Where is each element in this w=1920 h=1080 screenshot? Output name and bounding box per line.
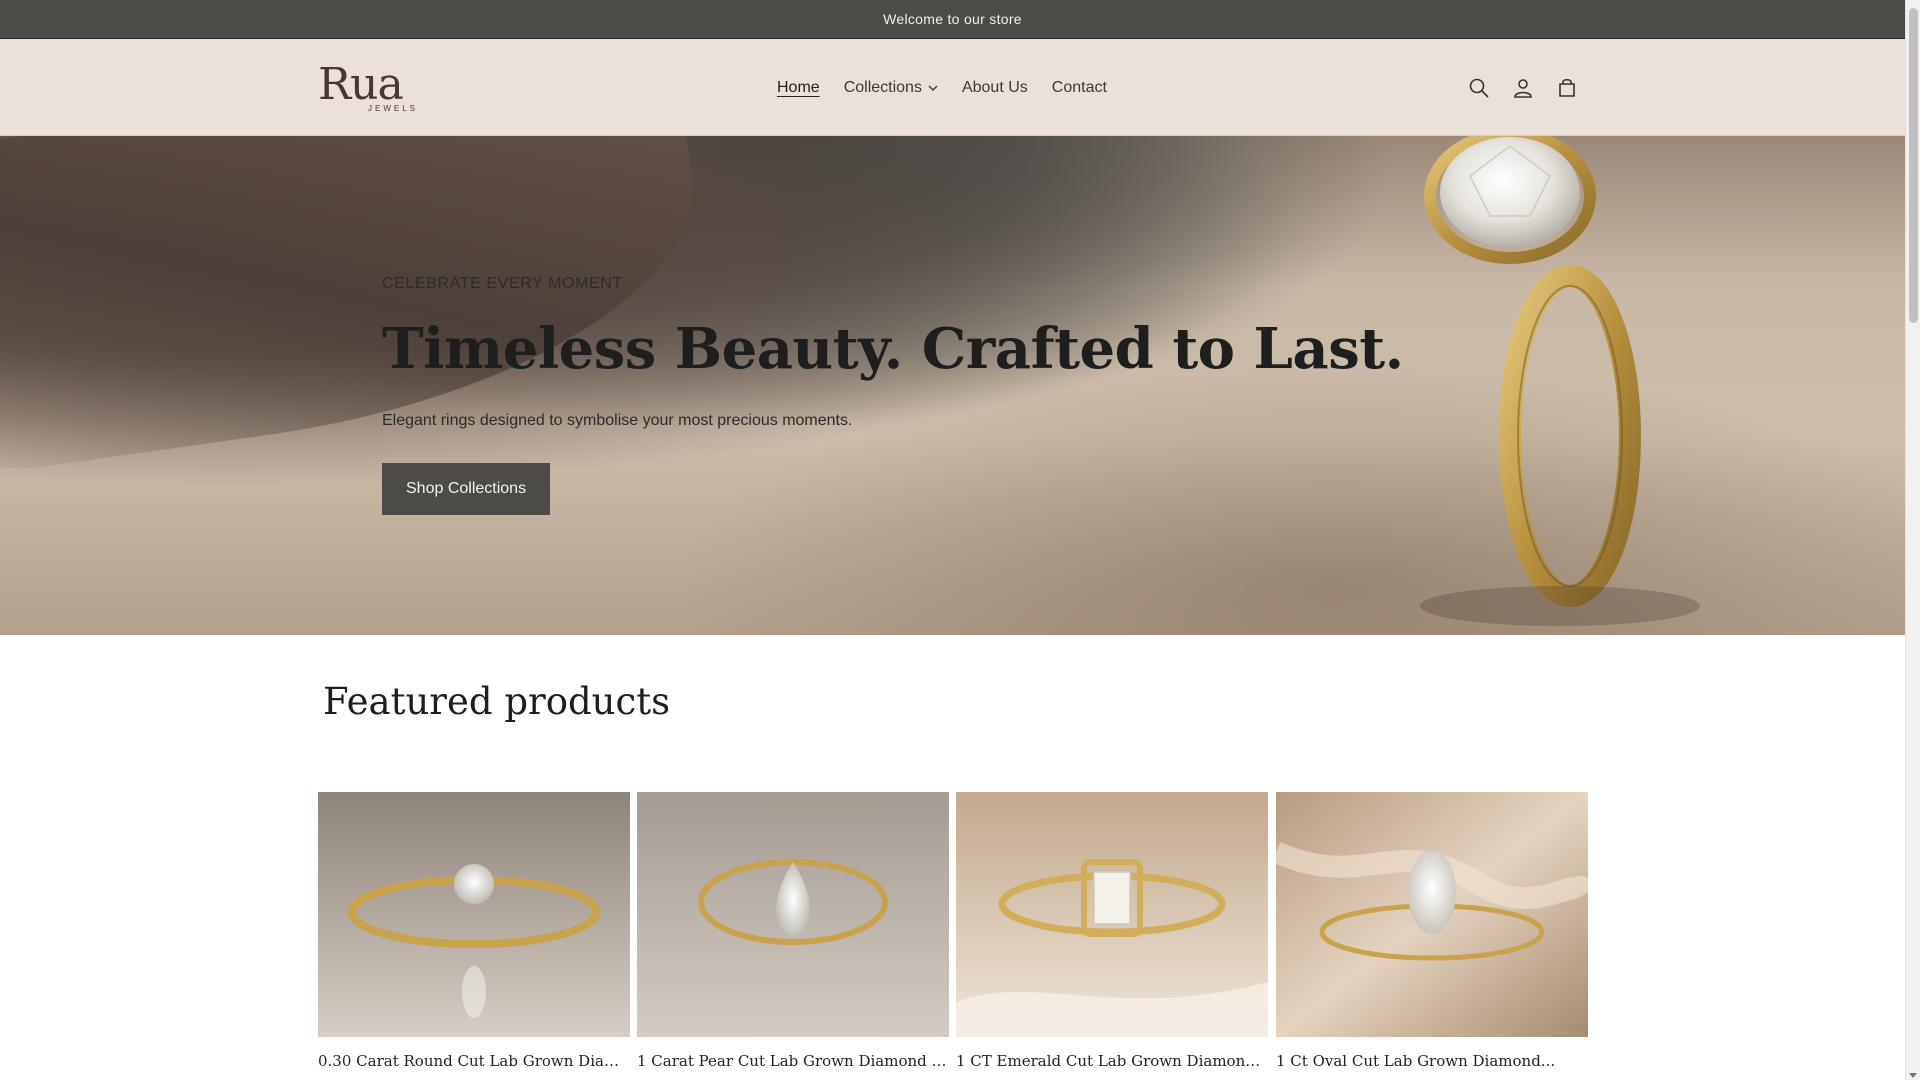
- page-scrollbar[interactable]: [1905, 0, 1920, 1080]
- nav-item-label: Collections: [843, 78, 922, 96]
- product-card[interactable]: 1 Carat Pear Cut Lab Grown Diamond Ring,…: [637, 792, 949, 1080]
- nav-item-label: Home: [777, 78, 820, 96]
- product-image[interactable]: [956, 792, 1268, 1037]
- nav-item-home[interactable]: Home: [765, 79, 832, 97]
- nav-item-label: About Us: [961, 78, 1028, 96]
- hero-title: Timeless Beauty. Crafted to Last.: [382, 316, 1404, 382]
- product-image[interactable]: [637, 792, 949, 1037]
- product-card[interactable]: 1 CT Emerald Cut Lab Grown Diamond Hal..…: [956, 792, 1268, 1080]
- logo[interactable]: Rua JEWELS: [318, 61, 418, 117]
- scrollbar-thumb[interactable]: [1909, 8, 1918, 323]
- nav-item-contact[interactable]: Contact: [1040, 79, 1119, 97]
- hero-eyebrow: CELEBRATE EVERY MOMENT: [382, 275, 623, 292]
- product-name[interactable]: 1 CT Emerald Cut Lab Grown Diamond Hal..…: [956, 1052, 1268, 1070]
- hero-banner: CELEBRATE EVERY MOMENT Timeless Beauty. …: [0, 136, 1905, 635]
- nav-item-about-us[interactable]: About Us: [950, 79, 1040, 97]
- account-icon[interactable]: [1508, 73, 1538, 103]
- header-icons: [1464, 39, 1582, 136]
- search-icon[interactable]: [1464, 73, 1494, 103]
- site-header: Rua JEWELS Home Collections About Us Con…: [0, 39, 1905, 136]
- nav-item-collections[interactable]: Collections: [832, 79, 950, 97]
- product-image[interactable]: [1276, 792, 1588, 1037]
- product-name[interactable]: 1 Carat Pear Cut Lab Grown Diamond Ring,…: [637, 1052, 949, 1070]
- product-name[interactable]: 0.30 Carat Round Cut Lab Grown Diamond..…: [318, 1052, 630, 1070]
- announcement-text: Welcome to our store: [883, 11, 1022, 27]
- product-card[interactable]: 1 Ct Oval Cut Lab Grown Diamond...: [1276, 792, 1588, 1080]
- chevron-down-icon: [928, 83, 938, 95]
- featured-products-title: Featured products: [323, 680, 671, 723]
- announcement-bar: Welcome to our store: [0, 0, 1905, 39]
- product-grid: 0.30 Carat Round Cut Lab Grown Diamond..…: [318, 792, 1588, 1080]
- cart-icon[interactable]: [1552, 73, 1582, 103]
- logo-subtitle: JEWELS: [368, 104, 419, 113]
- shop-collections-button[interactable]: Shop Collections: [382, 463, 551, 515]
- logo-wordmark: Rua: [318, 59, 404, 110]
- main-nav: Home Collections About Us Contact: [765, 39, 1119, 136]
- scroll-down-arrow-icon[interactable]: [1909, 1073, 1917, 1078]
- product-image[interactable]: [318, 792, 630, 1037]
- hero-ring-image: [1420, 136, 1700, 626]
- product-card[interactable]: 0.30 Carat Round Cut Lab Grown Diamond..…: [318, 792, 630, 1080]
- nav-item-label: Contact: [1051, 78, 1107, 96]
- hero-subtitle: Elegant rings designed to symbolise your…: [382, 412, 853, 429]
- product-name[interactable]: 1 Ct Oval Cut Lab Grown Diamond...: [1276, 1052, 1588, 1070]
